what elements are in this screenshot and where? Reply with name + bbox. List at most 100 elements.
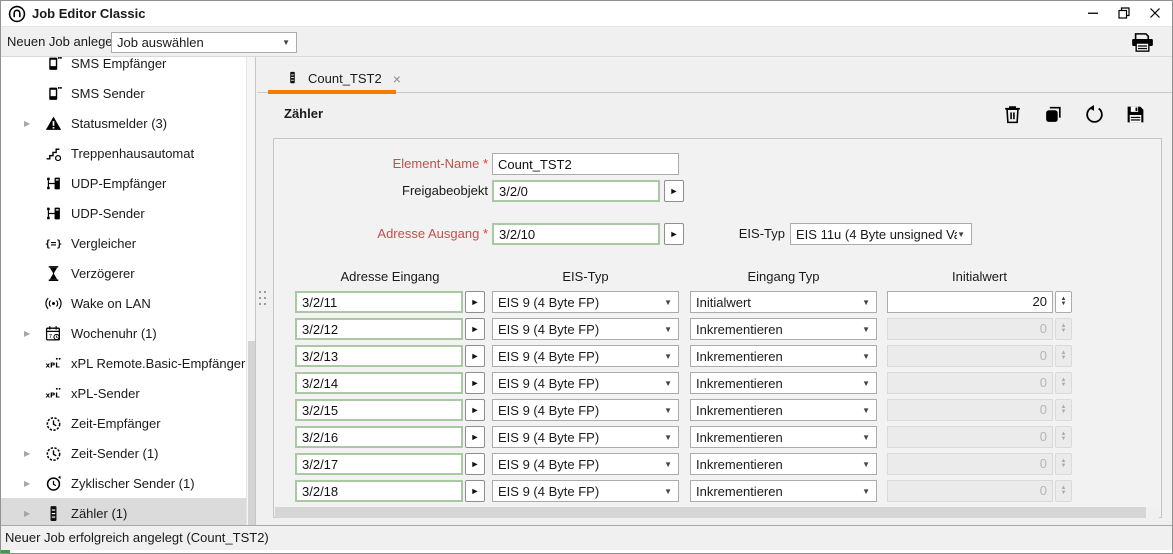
eis-typ-select[interactable]: EIS 9 (4 Byte FP) ▼: [492, 345, 679, 367]
tab-count-tst2[interactable]: Count_TST2 ×: [268, 67, 409, 90]
sidebar-item-12[interactable]: ▶ Zeit-Empfänger: [1, 408, 247, 438]
sidebar-item-13[interactable]: ▶ Zeit-Sender (1): [1, 438, 247, 468]
sidebar-item-2[interactable]: ▶ Statusmelder (3): [1, 108, 247, 138]
eingang-typ-select[interactable]: Inkrementieren ▼: [690, 453, 877, 475]
eingang-typ-select[interactable]: Inkrementieren ▼: [690, 480, 877, 502]
address-input[interactable]: [295, 453, 463, 475]
initialwert-value[interactable]: 0: [887, 345, 1053, 367]
save-button[interactable]: [1124, 105, 1146, 127]
eis-typ-select[interactable]: EIS 9 (4 Byte FP) ▼: [492, 453, 679, 475]
sidebar-item-3[interactable]: ▶ Treppenhausautomat: [1, 138, 247, 168]
spinner-buttons[interactable]: ▲ ▼: [1055, 318, 1072, 340]
sidebar-item-7[interactable]: ▶ Verzögerer: [1, 258, 247, 288]
minimize-button[interactable]: [1077, 1, 1108, 27]
address-picker-button[interactable]: ►: [465, 426, 485, 448]
spinner-buttons[interactable]: ▲ ▼: [1055, 372, 1072, 394]
freigabeobjekt-picker-button[interactable]: ►: [664, 180, 684, 202]
initialwert-value[interactable]: 0: [887, 318, 1053, 340]
initialwert-spinner: 0 ▲ ▼: [887, 318, 1072, 340]
address-picker-button[interactable]: ►: [465, 372, 485, 394]
job-select[interactable]: Job auswählen ▼: [111, 32, 297, 53]
address-picker-button[interactable]: ►: [465, 291, 485, 313]
address-picker-button[interactable]: ►: [465, 318, 485, 340]
address-input[interactable]: [295, 345, 463, 367]
spinner-buttons[interactable]: ▲ ▼: [1055, 291, 1072, 313]
sidebar-item-9[interactable]: ▶ 7 Wochenuhr (1): [1, 318, 247, 348]
eingang-typ-select[interactable]: Inkrementieren ▼: [690, 345, 877, 367]
eingang-typ-select[interactable]: Inkrementieren ▼: [690, 399, 877, 421]
print-button[interactable]: [1129, 31, 1156, 57]
right-arrow-icon: ►: [471, 459, 480, 469]
spinner-buttons[interactable]: ▲ ▼: [1055, 345, 1072, 367]
hourglass-icon: [44, 265, 62, 282]
initialwert-value[interactable]: 0: [887, 480, 1053, 502]
eis-typ-select[interactable]: EIS 9 (4 Byte FP) ▼: [492, 318, 679, 340]
right-arrow-icon: ►: [471, 324, 480, 334]
eis-typ-select[interactable]: EIS 9 (4 Byte FP) ▼: [492, 399, 679, 421]
sidebar-scrollbar-thumb[interactable]: [248, 341, 255, 525]
address-input[interactable]: [295, 372, 463, 394]
freigabeobjekt-input[interactable]: [492, 180, 660, 202]
eis-typ-select[interactable]: EIS 9 (4 Byte FP) ▼: [492, 291, 679, 313]
eis-typ-select[interactable]: EIS 9 (4 Byte FP) ▼: [492, 372, 679, 394]
address-picker-button[interactable]: ►: [465, 399, 485, 421]
spinner-buttons[interactable]: ▲ ▼: [1055, 480, 1072, 502]
delete-button[interactable]: [1001, 105, 1023, 127]
eis-typ-select[interactable]: EIS 11u (4 Byte unsigned Va... ▼: [790, 223, 972, 245]
sidebar-item-11[interactable]: ▶ xPL xPL-Sender: [1, 378, 247, 408]
spinner-buttons[interactable]: ▲ ▼: [1055, 453, 1072, 475]
right-arrow-icon: ►: [471, 297, 480, 307]
initialwert-value[interactable]: 20: [887, 291, 1053, 313]
eingang-typ-select[interactable]: Inkrementieren ▼: [690, 318, 877, 340]
close-button[interactable]: [1139, 1, 1170, 27]
sidebar-item-0[interactable]: ▶ SMS Empfänger: [1, 57, 247, 78]
eingang-typ-select[interactable]: Inkrementieren ▼: [690, 426, 877, 448]
duplicate-button[interactable]: [1042, 105, 1064, 127]
tab-close-icon[interactable]: ×: [393, 72, 401, 86]
sidebar-item-8[interactable]: ▶ Wake on LAN: [1, 288, 247, 318]
sidebar-item-4[interactable]: ▶ UDP-Empfänger: [1, 168, 247, 198]
eis-typ-select[interactable]: EIS 9 (4 Byte FP) ▼: [492, 480, 679, 502]
address-input[interactable]: [295, 291, 463, 313]
address-picker-button[interactable]: ►: [465, 480, 485, 502]
eis-typ-select[interactable]: EIS 9 (4 Byte FP) ▼: [492, 426, 679, 448]
expand-arrow-icon[interactable]: ▶: [24, 119, 38, 128]
element-name-input[interactable]: [492, 153, 679, 175]
sms-sender-icon: [44, 85, 62, 102]
address-picker-button[interactable]: ►: [465, 453, 485, 475]
horizontal-scrollbar-thumb[interactable]: [275, 507, 1146, 518]
initialwert-value[interactable]: 0: [887, 372, 1053, 394]
window-controls: [1077, 1, 1170, 27]
spinner-buttons[interactable]: ▲ ▼: [1055, 426, 1072, 448]
header-eingang-typ: Eingang Typ: [690, 269, 877, 285]
eingang-typ-select[interactable]: Initialwert ▼: [690, 291, 877, 313]
expand-arrow-icon[interactable]: ▶: [24, 329, 38, 338]
expand-arrow-icon[interactable]: ▶: [24, 509, 38, 518]
eingang-typ-select[interactable]: Inkrementieren ▼: [690, 372, 877, 394]
sidebar-item-1[interactable]: ▶ SMS Sender: [1, 78, 247, 108]
spinner-buttons[interactable]: ▲ ▼: [1055, 399, 1072, 421]
expand-arrow-icon[interactable]: ▶: [24, 449, 38, 458]
svg-text:xPL: xPL: [45, 360, 60, 369]
initialwert-value[interactable]: 0: [887, 399, 1053, 421]
address-input[interactable]: [295, 426, 463, 448]
address-input[interactable]: [295, 399, 463, 421]
initialwert-value[interactable]: 0: [887, 453, 1053, 475]
svg-text:xPL: xPL: [45, 390, 60, 399]
horizontal-scrollbar[interactable]: [275, 507, 1159, 518]
address-input[interactable]: [295, 318, 463, 340]
reload-button[interactable]: [1083, 105, 1105, 127]
sidebar-item-14[interactable]: ▶ Zyklischer Sender (1): [1, 468, 247, 498]
sidebar-item-15[interactable]: ▶ Zähler (1): [1, 498, 247, 525]
address-picker-button[interactable]: ►: [465, 345, 485, 367]
sidebar-item-10[interactable]: ▶ xPL xPL Remote.Basic-Empfänger: [1, 348, 247, 378]
sidebar-item-5[interactable]: ▶ UDP-Sender: [1, 198, 247, 228]
expand-arrow-icon[interactable]: ▶: [24, 479, 38, 488]
sidebar-scrollbar[interactable]: [246, 57, 255, 525]
address-input[interactable]: [295, 480, 463, 502]
sidebar-item-6[interactable]: ▶ {=} Vergleicher: [1, 228, 247, 258]
active-tab-indicator: [268, 90, 396, 94]
initialwert-value[interactable]: 0: [887, 426, 1053, 448]
restore-button[interactable]: [1108, 1, 1139, 27]
adresse-ausgang-input[interactable]: [492, 223, 660, 245]
